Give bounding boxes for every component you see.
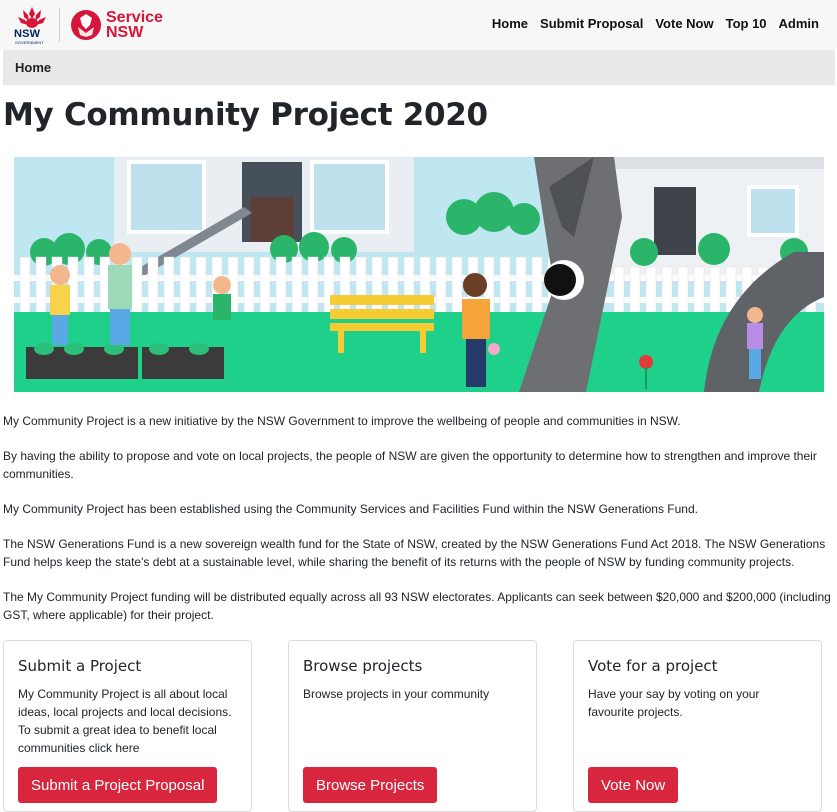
card-text: Browse projects in your community <box>303 687 490 701</box>
service-nsw-logo-icon[interactable] <box>70 9 102 41</box>
nsw-logo-text: NSW <box>14 28 41 40</box>
intro-paragraph: My Community Project is a new initiative… <box>3 414 681 428</box>
nav-link-vote-now[interactable]: Vote Now <box>655 16 713 31</box>
card-title: Browse projects <box>303 657 423 675</box>
vote-now-button[interactable]: Vote Now <box>588 767 679 803</box>
service-nsw-brand[interactable]: Service NSW <box>106 9 163 41</box>
logo-divider <box>59 8 60 42</box>
page-title: My Community Project 2020 <box>3 97 488 133</box>
nav-link-submit-proposal[interactable]: Submit Proposal <box>540 16 643 31</box>
breadcrumb: Home <box>3 50 835 85</box>
card-title: Submit a Project <box>18 657 142 675</box>
intro-paragraph: By having the ability to propose and vot… <box>3 449 817 481</box>
nav-link-top-10[interactable]: Top 10 <box>726 16 767 31</box>
submit-project-proposal-button[interactable]: Submit a Project Proposal <box>18 767 218 803</box>
browse-projects-button[interactable]: Browse Projects <box>303 767 438 803</box>
card-text: Have your say by voting on your favourit… <box>588 687 760 719</box>
intro-paragraph: My Community Project has been establishe… <box>3 502 698 516</box>
nav-links: Home Submit Proposal Vote Now Top 10 Adm… <box>492 16 819 31</box>
brand-line-1: Service <box>106 9 163 26</box>
top-navbar: NSW GOVERNMENT Service NSW Home Submit P… <box>0 0 837 50</box>
nsw-logo-subtext: GOVERNMENT <box>15 40 44 45</box>
card-text: My Community Project is all about local … <box>18 687 232 755</box>
nav-link-admin[interactable]: Admin <box>779 16 819 31</box>
hero-illustration <box>14 157 824 392</box>
breadcrumb-current: Home <box>15 60 52 75</box>
card-submit-project: Submit a Project My Community Project is… <box>3 640 252 812</box>
card-title: Vote for a project <box>588 657 718 675</box>
nav-link-home[interactable]: Home <box>492 16 528 31</box>
card-browse-projects: Browse projects Browse projects in your … <box>288 640 537 812</box>
card-vote-project: Vote for a project Have your say by voti… <box>573 640 822 812</box>
intro-text: My Community Project is a new initiative… <box>3 412 831 641</box>
intro-paragraph: The My Community Project funding will be… <box>3 590 831 622</box>
brand-line-2: NSW <box>106 24 144 41</box>
intro-paragraph: The NSW Generations Fund is a new sovere… <box>3 537 826 569</box>
